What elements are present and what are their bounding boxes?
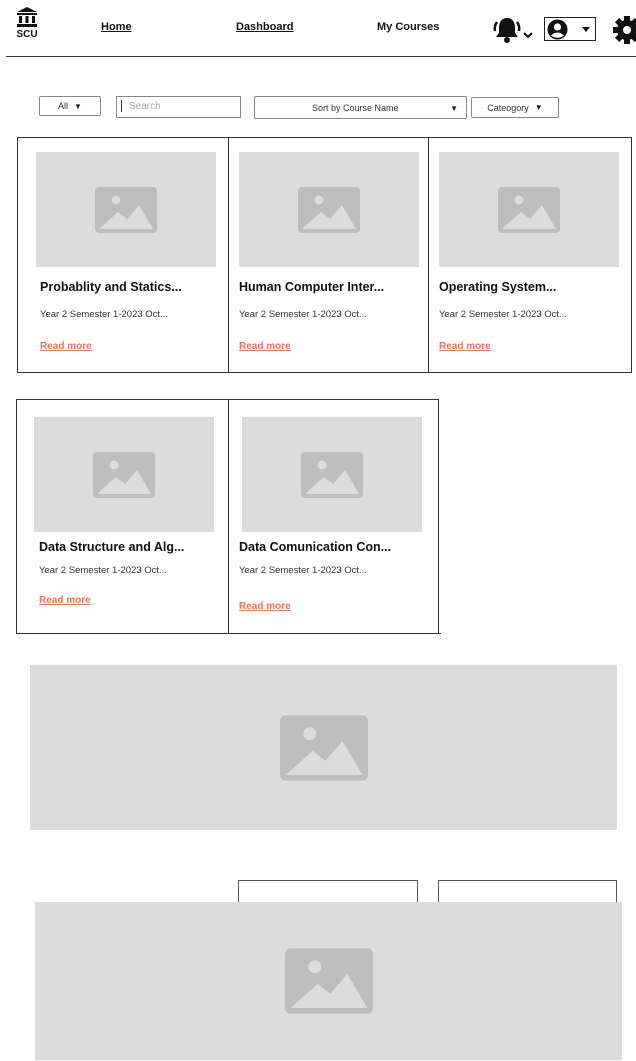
institution-icon	[17, 7, 37, 27]
read-more-link[interactable]: Read more	[239, 601, 291, 612]
caret-down-icon: ▼	[534, 103, 543, 112]
course-meta: Year 2 Semester 1-2023 Oct...	[239, 565, 367, 576]
bell-icon	[493, 18, 521, 43]
course-card[interactable]: Data Structure and Alg... Year 2 Semeste…	[16, 399, 229, 634]
course-thumbnail	[34, 417, 214, 532]
settings-button[interactable]	[612, 15, 636, 50]
text-cursor	[121, 100, 122, 112]
nav-home[interactable]: Home	[101, 21, 132, 33]
nav-my-courses[interactable]: My Courses	[377, 21, 439, 33]
banner-image	[30, 665, 617, 830]
caret-down-icon: ▼	[74, 101, 82, 111]
category-select[interactable]: Cateogory ▼	[471, 97, 559, 118]
course-title: Human Computer Inter...	[239, 280, 385, 294]
image-placeholder-icon	[284, 948, 373, 1014]
read-more-link[interactable]: Read more	[439, 341, 491, 352]
sort-label: Sort by Course Name	[312, 102, 399, 113]
course-title: Data Structure and Alg...	[39, 540, 185, 554]
sort-select[interactable]: Sort by Course Name ▼	[254, 96, 467, 119]
course-thumbnail	[239, 152, 419, 267]
read-more-link[interactable]: Read more	[39, 595, 91, 606]
category-label: Cateogory	[487, 102, 529, 113]
filter-all-label: All	[58, 101, 69, 111]
user-menu[interactable]	[544, 17, 596, 41]
course-meta: Year 2 Semester 1-2023 Oct...	[239, 309, 367, 320]
notifications-button[interactable]	[491, 14, 523, 49]
caret-down-icon: ▼	[450, 104, 458, 113]
course-meta: Year 2 Semester 1-2023 Oct...	[39, 565, 167, 576]
divider	[438, 633, 441, 634]
image-placeholder-icon	[95, 186, 157, 233]
logo-text: SCU	[16, 29, 38, 40]
course-title: Probablity and Statics...	[40, 280, 182, 294]
image-placeholder-icon	[498, 186, 560, 233]
course-title: Operating System...	[439, 280, 557, 294]
filter-all-select[interactable]: All ▼	[39, 96, 101, 116]
course-meta: Year 2 Semester 1-2023 Oct...	[439, 309, 567, 320]
image-placeholder-icon	[279, 714, 368, 781]
gear-icon	[613, 16, 636, 44]
read-more-link[interactable]: Read more	[239, 341, 291, 352]
search-input[interactable]: Search	[116, 96, 241, 118]
course-card[interactable]: Human Computer Inter... Year 2 Semester …	[228, 137, 429, 373]
user-circle-icon	[547, 19, 568, 40]
header-divider	[6, 56, 636, 57]
nav-dashboard[interactable]: Dashboard	[236, 21, 293, 33]
image-placeholder-icon	[298, 186, 360, 233]
banner-image	[35, 902, 622, 1060]
course-card[interactable]: Operating System... Year 2 Semester 1-20…	[428, 137, 632, 373]
search-placeholder: Search	[129, 101, 161, 112]
course-card[interactable]: Data Comunication Con... Year 2 Semester…	[228, 399, 439, 634]
site-logo[interactable]: SCU	[12, 6, 42, 40]
course-thumbnail	[242, 417, 422, 532]
course-meta: Year 2 Semester 1-2023 Oct...	[40, 309, 168, 320]
chevron-down-icon[interactable]	[523, 31, 533, 39]
course-title: Data Comunication Con...	[239, 540, 392, 554]
course-thumbnail	[36, 152, 216, 267]
read-more-link[interactable]: Read more	[40, 341, 92, 352]
course-thumbnail	[439, 152, 619, 267]
course-card[interactable]: Probablity and Statics... Year 2 Semeste…	[17, 137, 229, 373]
image-placeholder-icon	[93, 451, 155, 498]
caret-down-icon	[582, 27, 590, 32]
image-placeholder-icon	[301, 451, 363, 498]
